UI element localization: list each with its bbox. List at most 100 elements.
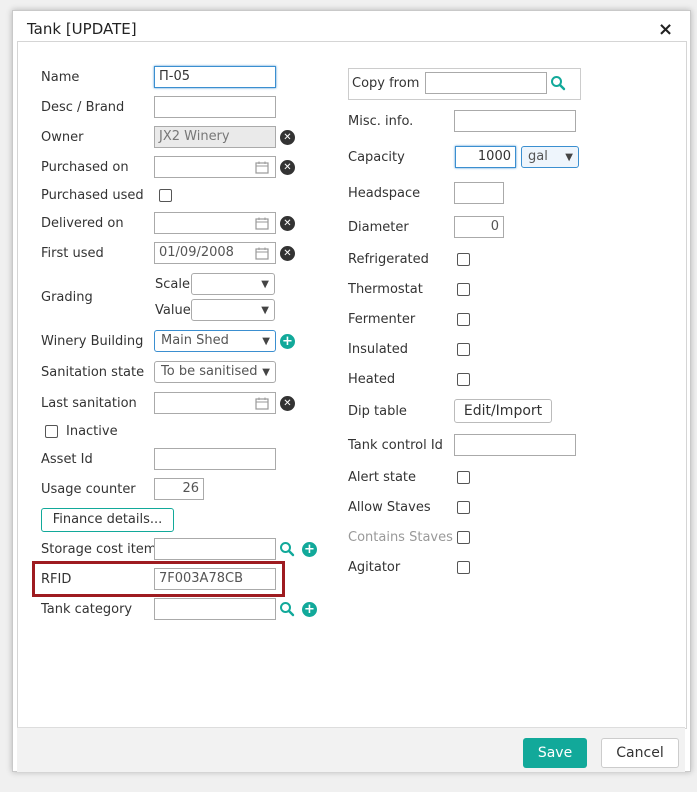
winery-building-select[interactable]: Main Shed ▼ [154,330,276,352]
fermenter-label: Fermenter [348,312,416,327]
triangle-down-icon: ▼ [565,152,573,163]
owner-input[interactable]: JX2 Winery [154,126,276,148]
add-tank-category-icon[interactable]: + [302,602,317,617]
first-used-label: First used [41,246,104,261]
cancel-button[interactable]: Cancel [601,738,679,768]
contains-staves-label: Contains Staves [348,530,453,545]
close-icon[interactable]: × [658,19,673,40]
calendar-icon[interactable] [255,247,269,260]
refrigerated-checkbox[interactable] [457,253,470,266]
winery-building-value: Main Shed [161,333,229,348]
insulated-checkbox[interactable] [457,343,470,356]
grading-label: Grading [41,290,93,305]
inactive-label: Inactive [66,424,118,439]
storage-cost-item-input[interactable] [154,538,276,560]
insulated-label: Insulated [348,342,409,357]
usage-counter-input[interactable]: 26 [154,478,204,500]
rfid-input[interactable]: 7F003A78CB [154,568,276,590]
asset-id-input[interactable] [154,448,276,470]
triangle-down-icon: ▼ [261,279,269,290]
dialog-footer: Save Cancel [17,727,685,772]
diameter-input[interactable]: 0 [454,216,504,238]
first-used-value: 01/09/2008 [159,245,234,260]
clear-delivered-on-icon[interactable]: ✕ [280,216,295,231]
grading-scale-label: Scale [155,277,190,292]
clear-owner-icon[interactable]: ✕ [280,130,295,145]
agitator-checkbox[interactable] [457,561,470,574]
agitator-label: Agitator [348,560,401,575]
misc-info-label: Misc. info. [348,114,414,129]
asset-id-label: Asset Id [41,452,93,467]
calendar-icon[interactable] [255,161,269,174]
edit-import-button[interactable]: Edit/Import [454,399,552,423]
storage-cost-item-label: Storage cost item [41,542,157,557]
capacity-unit-value: gal [528,149,548,164]
contains-staves-checkbox[interactable] [457,531,470,544]
delivered-on-label: Delivered on [41,216,124,231]
tank-update-dialog: Tank [UPDATE] × Name П-05 Desc / Brand O… [12,10,691,772]
tank-category-label: Tank category [41,602,133,617]
capacity-label: Capacity [348,150,405,165]
sanitation-state-label: Sanitation state [41,365,145,380]
search-icon[interactable] [279,601,295,617]
usage-counter-label: Usage counter [41,482,136,497]
save-button[interactable]: Save [523,738,587,768]
search-icon[interactable] [279,541,295,557]
copy-from-label: Copy from [352,76,420,91]
heated-label: Heated [348,372,396,387]
allow-staves-checkbox[interactable] [457,501,470,514]
tank-control-id-input[interactable] [454,434,576,456]
inactive-checkbox[interactable] [45,425,58,438]
clear-purchased-on-icon[interactable]: ✕ [280,160,295,175]
dialog-content: Name П-05 Desc / Brand Owner JX2 Winery … [17,41,687,729]
sanitation-state-value: To be sanitised [161,364,258,379]
headspace-input[interactable] [454,182,504,204]
triangle-down-icon: ▼ [262,336,270,347]
purchased-on-label: Purchased on [41,160,129,175]
name-label: Name [41,70,80,85]
dip-table-label: Dip table [348,404,407,419]
grading-scale-select[interactable]: ▼ [191,273,275,295]
purchased-used-checkbox[interactable] [159,189,172,202]
copy-from-input[interactable] [425,72,547,94]
heated-checkbox[interactable] [457,373,470,386]
delivered-on-input[interactable] [154,212,276,234]
triangle-down-icon: ▼ [262,367,270,378]
alert-state-label: Alert state [348,470,417,485]
alert-state-checkbox[interactable] [457,471,470,484]
thermostat-checkbox[interactable] [457,283,470,296]
desc-label: Desc / Brand [41,100,125,115]
owner-label: Owner [41,130,84,145]
thermostat-label: Thermostat [348,282,423,297]
add-winery-building-icon[interactable]: + [280,334,295,349]
name-input[interactable]: П-05 [154,66,276,88]
capacity-unit-select[interactable]: gal ▼ [521,146,579,168]
calendar-icon[interactable] [255,397,269,410]
tank-control-id-label: Tank control Id [348,438,443,453]
calendar-icon[interactable] [255,217,269,230]
triangle-down-icon: ▼ [261,305,269,316]
tank-category-input[interactable] [154,598,276,620]
first-used-input[interactable]: 01/09/2008 [154,242,276,264]
finance-details-button[interactable]: Finance details... [41,508,174,532]
rfid-label: RFID [41,572,72,587]
purchased-used-label: Purchased used [41,188,144,203]
diameter-label: Diameter [348,220,409,235]
sanitation-state-select[interactable]: To be sanitised ▼ [154,361,276,383]
grading-value-select[interactable]: ▼ [191,299,275,321]
capacity-input[interactable]: 1000 [455,146,516,168]
add-storage-cost-item-icon[interactable]: + [302,542,317,557]
search-icon[interactable] [550,75,566,91]
last-sanitation-input[interactable] [154,392,276,414]
misc-info-input[interactable] [454,110,576,132]
dialog-title: Tank [UPDATE] [27,20,137,38]
fermenter-checkbox[interactable] [457,313,470,326]
refrigerated-label: Refrigerated [348,252,429,267]
purchased-on-input[interactable] [154,156,276,178]
grading-value-label: Value [155,303,191,318]
desc-input[interactable] [154,96,276,118]
clear-last-sanitation-icon[interactable]: ✕ [280,396,295,411]
winery-building-label: Winery Building [41,334,144,349]
clear-first-used-icon[interactable]: ✕ [280,246,295,261]
allow-staves-label: Allow Staves [348,500,431,515]
